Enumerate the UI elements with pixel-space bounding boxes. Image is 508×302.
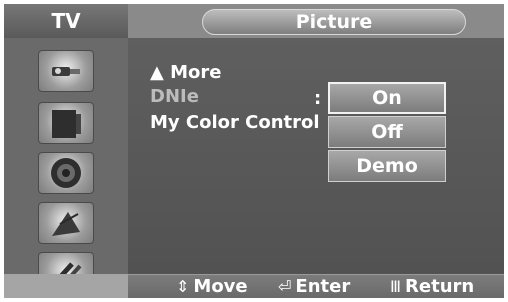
tv-osd-menu: TV Picture ▲ More DNIe My Color Control … (4, 4, 504, 298)
menu-item-label: More (170, 62, 222, 83)
up-arrow-icon: ▲ (150, 62, 164, 83)
return-icon: Ⅲ (390, 277, 402, 296)
menu-item-dnie[interactable]: DNIe (150, 86, 199, 108)
footer-left-strip (4, 274, 128, 298)
source-tab-tv[interactable]: TV (4, 4, 128, 38)
footer-enter-label: Enter (295, 276, 351, 297)
menu-content: ▲ More DNIe My Color Control : On Off De… (128, 38, 504, 274)
speaker-sound-icon[interactable] (38, 152, 94, 194)
menu-item-label: DNIe (150, 86, 199, 107)
value-separator: : (314, 88, 322, 109)
footer-move-label: Move (193, 276, 248, 297)
dnie-options-popup: On Off Demo (328, 82, 446, 184)
picture-screen-icon[interactable] (38, 102, 94, 144)
menu-item-more[interactable]: ▲ More (150, 62, 222, 84)
menu-title: Picture (202, 9, 466, 35)
enter-icon: ⏎ (278, 277, 292, 296)
menu-item-my-color-control[interactable]: My Color Control (150, 112, 320, 134)
option-off[interactable]: Off (328, 116, 446, 148)
option-demo[interactable]: Demo (328, 150, 446, 182)
satellite-channel-icon[interactable] (38, 202, 94, 244)
sidebar-icon-column (4, 38, 128, 298)
footer-help-bar: ⇕ Move ⏎ Enter Ⅲ Return (128, 274, 504, 298)
header-bar: TV Picture (4, 4, 504, 38)
menu-item-label: My Color Control (150, 112, 320, 133)
move-arrows-icon: ⇕ (176, 277, 190, 296)
option-on[interactable]: On (328, 82, 446, 114)
footer-return: Ⅲ Return (390, 275, 474, 298)
footer-move: ⇕ Move (176, 275, 248, 298)
footer-enter: ⏎ Enter (278, 275, 350, 298)
input-plug-icon[interactable] (38, 50, 94, 92)
footer-return-label: Return (405, 276, 475, 297)
